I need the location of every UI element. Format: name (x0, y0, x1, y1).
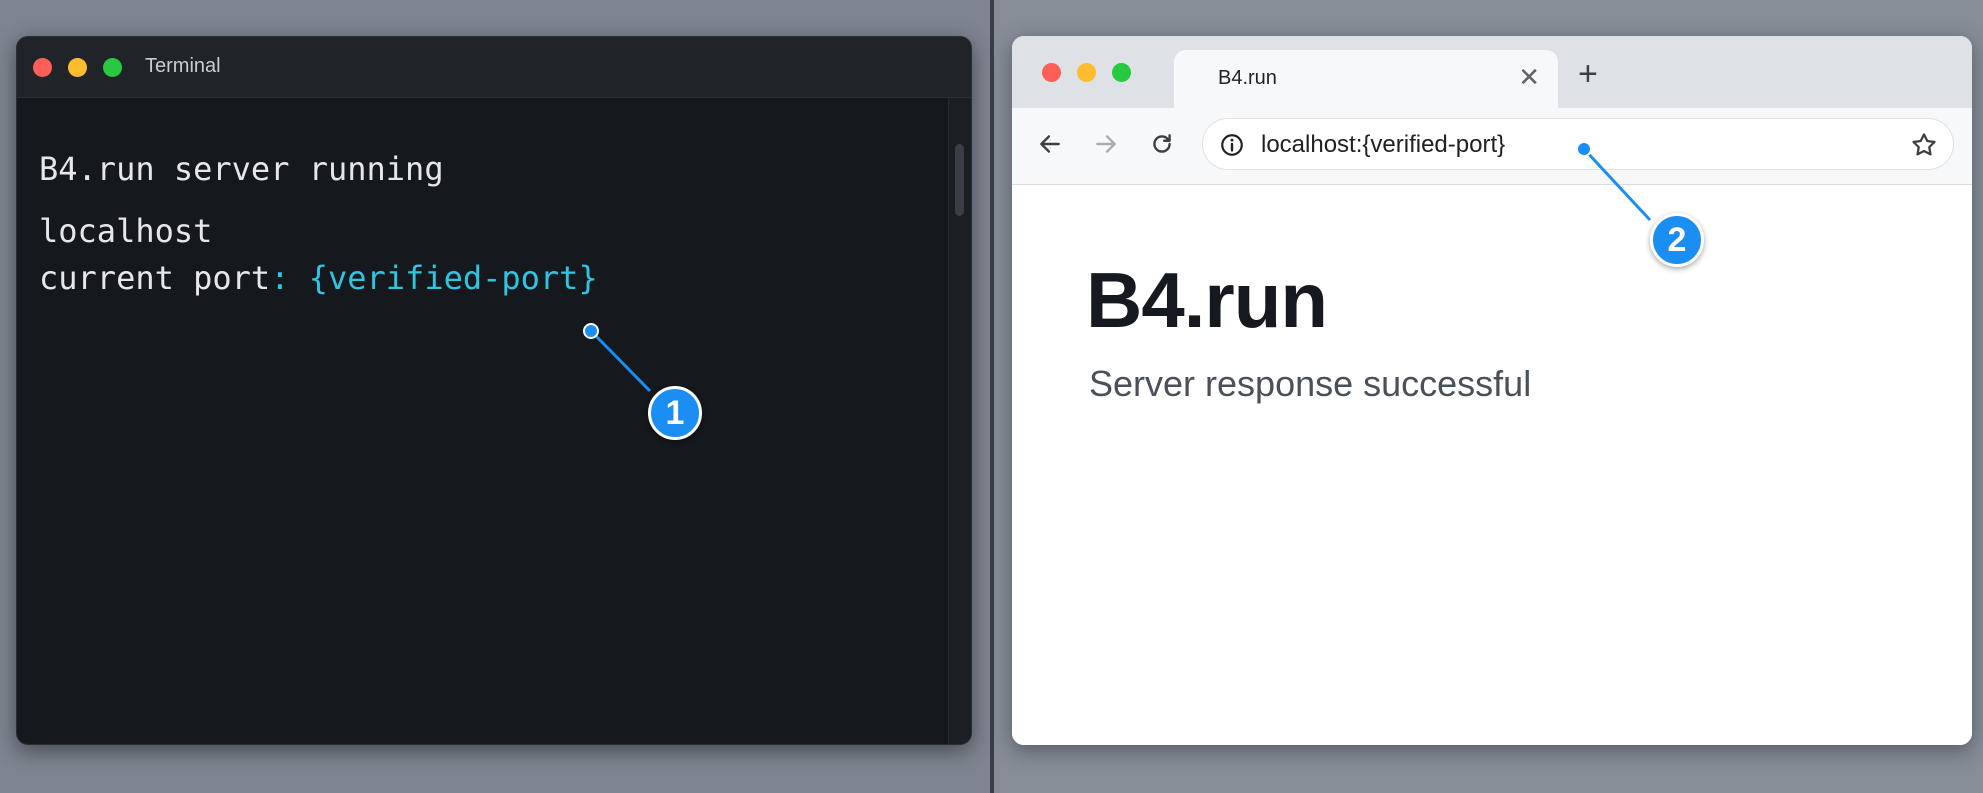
port-label: current port (39, 259, 271, 297)
browser-tab-active[interactable]: B4.run ✕ (1174, 50, 1558, 110)
address-bar[interactable]: localhost:{verified-port} (1202, 118, 1954, 170)
terminal-port-line: current port: {verified-port} (39, 259, 598, 297)
page-content: B4.run Server response successful (1012, 185, 1972, 745)
terminal-output[interactable]: B4.run server running localhost current … (17, 98, 949, 744)
back-arrow-icon[interactable] (1032, 124, 1068, 164)
forward-arrow-icon[interactable] (1088, 124, 1124, 164)
terminal-scrollbar[interactable] (948, 98, 971, 744)
zoom-window-button[interactable] (103, 58, 122, 77)
terminal-window: Terminal B4.run server running localhost… (16, 36, 972, 745)
info-icon[interactable] (1219, 132, 1245, 158)
port-value: {verified-port} (308, 259, 598, 297)
close-window-button[interactable] (33, 58, 52, 77)
browser-window: B4.run ✕ + localhost:{verified-port} B4.… (1012, 36, 1972, 745)
url-text[interactable]: localhost:{verified-port} (1261, 131, 1505, 159)
terminal-host-line: localhost (39, 212, 213, 250)
minimize-window-button[interactable] (1077, 63, 1096, 82)
port-colon: : (270, 259, 290, 297)
minimize-window-button[interactable] (68, 58, 87, 77)
page-subtitle: Server response successful (1089, 363, 1532, 404)
callout-badge-2: 2 (1650, 213, 1704, 267)
terminal-title: Terminal (145, 55, 221, 77)
reload-icon[interactable] (1144, 124, 1180, 164)
browser-tabstrip: B4.run ✕ + (1012, 36, 1972, 110)
callout-badge-1: 1 (648, 386, 702, 440)
star-icon[interactable] (1909, 130, 1939, 160)
zoom-window-button[interactable] (1112, 63, 1131, 82)
terminal-status-line: B4.run server running (39, 150, 444, 188)
close-window-button[interactable] (1042, 63, 1061, 82)
close-icon[interactable]: ✕ (1518, 62, 1540, 92)
plus-icon[interactable]: + (1578, 56, 1598, 92)
page-heading: B4.run (1086, 256, 1328, 344)
terminal-titlebar: Terminal (17, 37, 971, 98)
browser-toolbar: localhost:{verified-port} (1012, 108, 1972, 185)
tab-title: B4.run (1218, 67, 1277, 89)
terminal-scrollbar-thumb[interactable] (955, 144, 964, 216)
